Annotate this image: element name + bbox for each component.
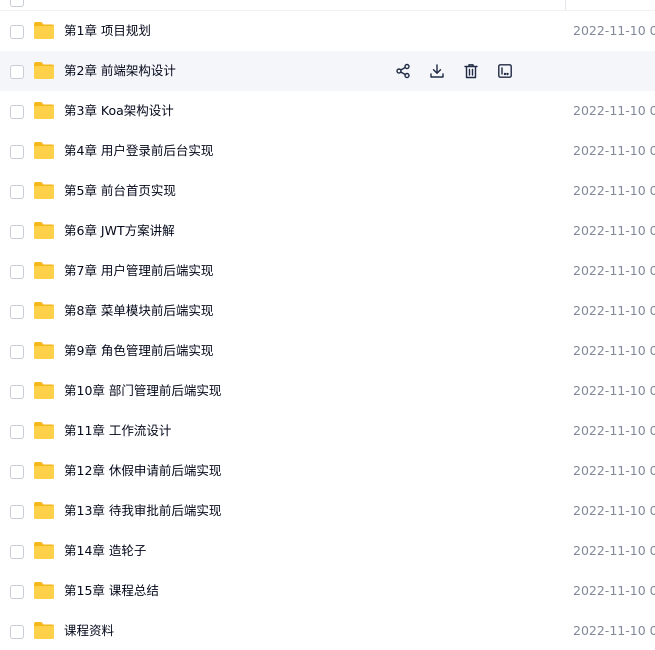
file-name[interactable]: 第3章 Koa架构设计: [64, 102, 174, 120]
folder-icon: [33, 381, 55, 400]
file-list: 第1章 项目规划2022-11-10 00:第2章 前端架构设计第3章 Koa架…: [0, 11, 655, 650]
file-name[interactable]: 第15章 课程总结: [64, 582, 159, 600]
file-name[interactable]: 第14章 造轮子: [64, 542, 146, 560]
table-row[interactable]: 第15章 课程总结 2022-11-10 00:: [0, 571, 655, 611]
modified-date: 2022-11-10 00:: [573, 23, 655, 38]
row-checkbox[interactable]: [10, 545, 24, 559]
modified-date: 2022-11-10 00:: [573, 263, 655, 278]
row-checkbox[interactable]: [10, 65, 24, 79]
table-row[interactable]: 第6章 JWT方案讲解 2022-11-10 00:: [0, 211, 655, 251]
row-checkbox[interactable]: [10, 25, 24, 39]
table-row[interactable]: 第10章 部门管理前后端实现 2022-11-10 00:: [0, 371, 655, 411]
delete-icon[interactable]: [461, 61, 481, 81]
row-checkbox[interactable]: [10, 505, 24, 519]
file-name[interactable]: 第9章 角色管理前后端实现: [64, 342, 213, 360]
table-row[interactable]: 第3章 Koa架构设计 2022-11-10 00:: [0, 91, 655, 131]
file-name[interactable]: 第11章 工作流设计: [64, 422, 171, 440]
modified-date: 2022-11-10 00:: [573, 543, 655, 558]
folder-icon: [33, 301, 55, 320]
table-row[interactable]: 第13章 待我审批前后端实现 2022-11-10 00:: [0, 491, 655, 531]
share-icon[interactable]: [393, 61, 413, 81]
table-row[interactable]: 第4章 用户登录前后台实现 2022-11-10 00:: [0, 131, 655, 171]
row-checkbox[interactable]: [10, 345, 24, 359]
row-checkbox[interactable]: [10, 105, 24, 119]
folder-icon: [33, 101, 55, 120]
modified-date: 2022-11-10 00:: [573, 503, 655, 518]
file-list-page: 第1章 项目规划2022-11-10 00:第2章 前端架构设计第3章 Koa架…: [0, 0, 655, 650]
modified-date: 2022-11-10 00:: [573, 423, 655, 438]
row-checkbox[interactable]: [10, 625, 24, 639]
folder-icon: [33, 541, 55, 560]
folder-icon: [33, 341, 55, 360]
table-row[interactable]: 课程资料 2022-11-10 00:: [0, 611, 655, 650]
folder-icon: [33, 141, 55, 160]
row-checkbox[interactable]: [10, 265, 24, 279]
list-header: [0, 0, 655, 11]
modified-date: 2022-11-10 00:: [573, 463, 655, 478]
file-name[interactable]: 第12章 休假申请前后端实现: [64, 462, 221, 480]
table-row[interactable]: 第1章 项目规划 2022-11-10 00:: [0, 11, 655, 51]
row-checkbox[interactable]: [10, 145, 24, 159]
folder-icon: [33, 421, 55, 440]
folder-icon: [33, 621, 55, 640]
table-row[interactable]: 第2章 前端架构设计: [0, 51, 655, 91]
file-name[interactable]: 课程资料: [64, 622, 114, 640]
modified-date: 2022-11-10 00:: [573, 143, 655, 158]
file-name[interactable]: 第10章 部门管理前后端实现: [64, 382, 221, 400]
folder-icon: [33, 181, 55, 200]
modified-date: 2022-11-10 00:: [573, 103, 655, 118]
folder-icon: [33, 261, 55, 280]
row-actions: [393, 61, 529, 81]
column-divider: [565, 0, 566, 10]
modified-date: 2022-11-10 00:: [573, 383, 655, 398]
folder-icon: [33, 501, 55, 520]
folder-icon: [33, 21, 55, 40]
folder-icon: [33, 581, 55, 600]
modified-date: 2022-11-10 00:: [573, 583, 655, 598]
file-name[interactable]: 第5章 前台首页实现: [64, 182, 176, 200]
modified-date: 2022-11-10 00:: [573, 223, 655, 238]
modified-date: 2022-11-10 00:: [573, 623, 655, 638]
file-name[interactable]: 第4章 用户登录前后台实现: [64, 142, 213, 160]
file-name[interactable]: 第6章 JWT方案讲解: [64, 222, 175, 240]
folder-icon: [33, 61, 55, 80]
table-row[interactable]: 第7章 用户管理前后端实现 2022-11-10 00:: [0, 251, 655, 291]
modified-date: 2022-11-10 00:: [573, 343, 655, 358]
modified-date: 2022-11-10 00:: [573, 183, 655, 198]
row-checkbox[interactable]: [10, 185, 24, 199]
download-icon[interactable]: [427, 61, 447, 81]
row-checkbox[interactable]: [10, 385, 24, 399]
file-name[interactable]: 第2章 前端架构设计: [64, 62, 176, 80]
file-name[interactable]: 第13章 待我审批前后端实现: [64, 502, 221, 520]
row-checkbox[interactable]: [10, 465, 24, 479]
file-name[interactable]: 第7章 用户管理前后端实现: [64, 262, 213, 280]
modified-date: 2022-11-10 00:: [573, 303, 655, 318]
folder-icon: [33, 221, 55, 240]
file-name[interactable]: 第8章 菜单模块前后端实现: [64, 302, 213, 320]
table-row[interactable]: 第12章 休假申请前后端实现 2022-11-10 00:: [0, 451, 655, 491]
file-name[interactable]: 第1章 项目规划: [64, 22, 151, 40]
row-checkbox[interactable]: [10, 225, 24, 239]
table-row[interactable]: 第11章 工作流设计 2022-11-10 00:: [0, 411, 655, 451]
table-row[interactable]: 第9章 角色管理前后端实现 2022-11-10 00:: [0, 331, 655, 371]
row-checkbox[interactable]: [10, 425, 24, 439]
table-row[interactable]: 第8章 菜单模块前后端实现 2022-11-10 00:: [0, 291, 655, 331]
row-checkbox[interactable]: [10, 585, 24, 599]
more-icon[interactable]: [495, 61, 515, 81]
table-row[interactable]: 第14章 造轮子 2022-11-10 00:: [0, 531, 655, 571]
select-all-checkbox[interactable]: [10, 0, 24, 7]
table-row[interactable]: 第5章 前台首页实现 2022-11-10 00:: [0, 171, 655, 211]
folder-icon: [33, 461, 55, 480]
row-checkbox[interactable]: [10, 305, 24, 319]
